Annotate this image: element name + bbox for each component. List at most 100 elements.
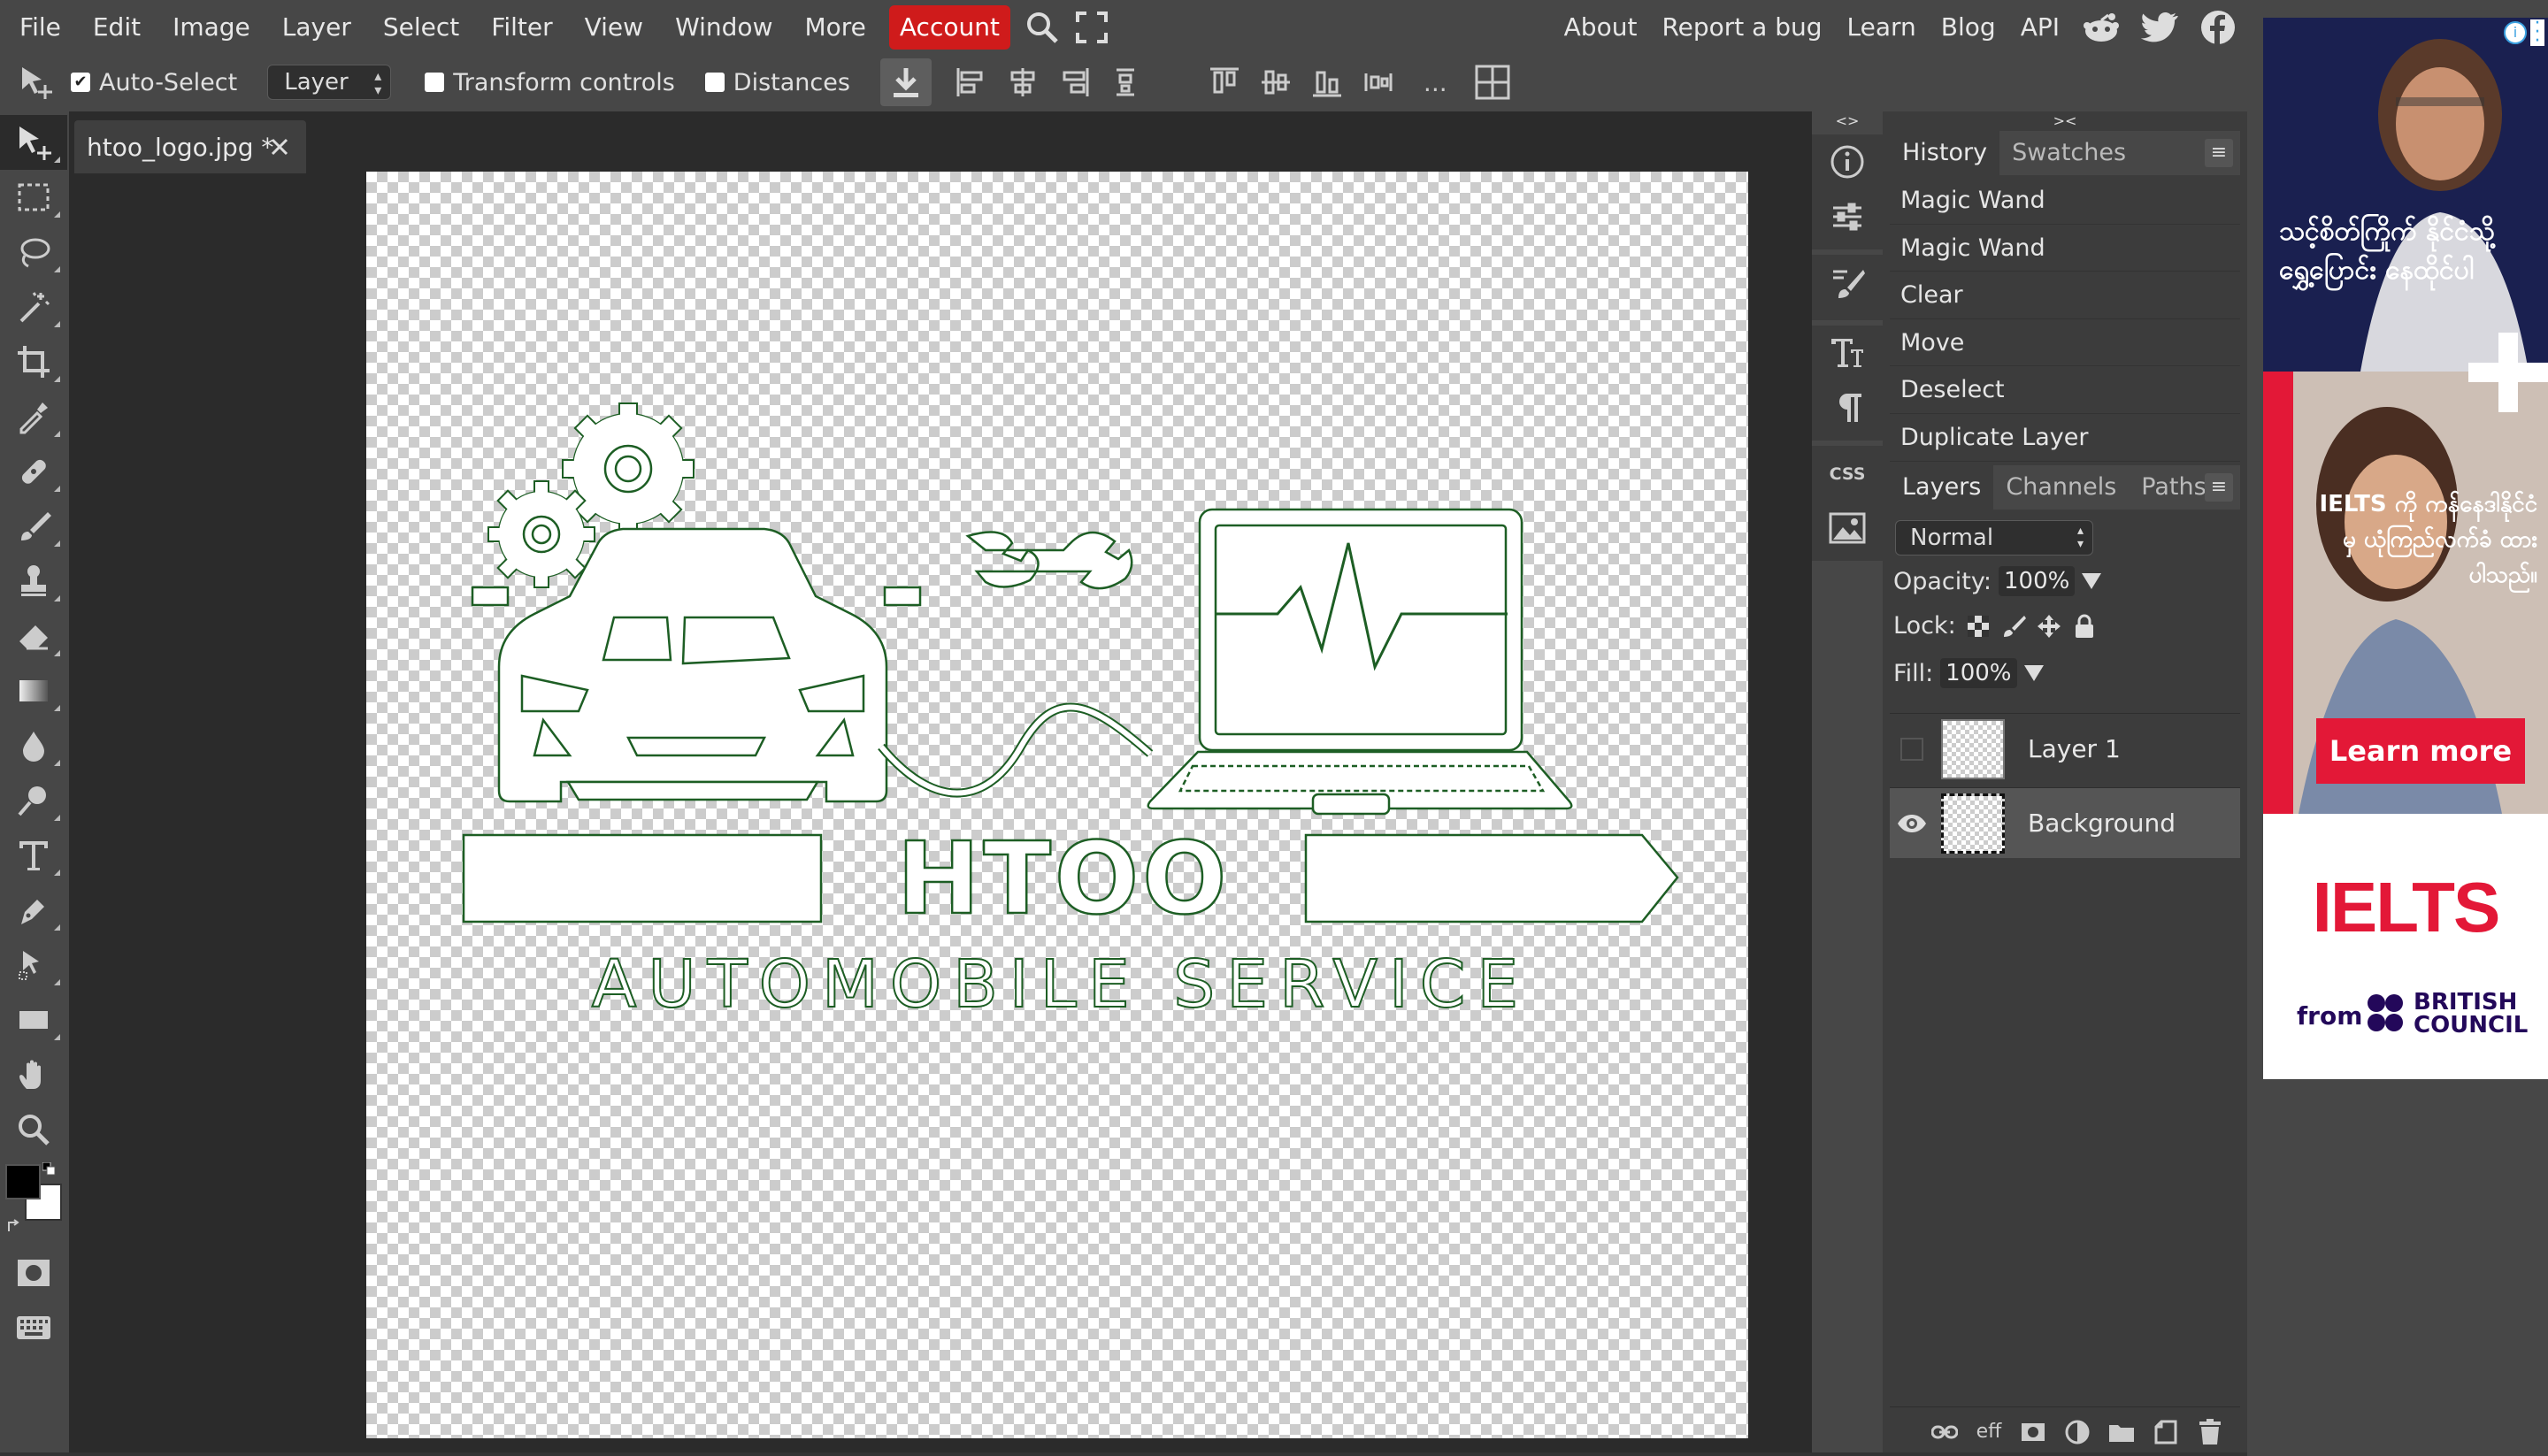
menu-edit[interactable]: Edit <box>77 0 157 55</box>
history-item[interactable]: Magic Wand <box>1890 177 2240 225</box>
quick-mask-toggle[interactable] <box>0 1245 67 1300</box>
layer-name[interactable]: Background <box>2028 808 2176 838</box>
auto-select-check-icon[interactable]: ✔ <box>71 73 90 92</box>
menu-report-bug[interactable]: Report a bug <box>1649 0 1834 55</box>
download-icon[interactable] <box>879 58 932 106</box>
opacity-input[interactable]: 100% <box>1998 566 2076 596</box>
grid-layout-icon[interactable] <box>1467 58 1518 106</box>
new-folder-icon[interactable] <box>2107 1418 2136 1446</box>
transform-controls-checkbox[interactable]: Transform controls <box>425 69 675 96</box>
align-hcenter-icon[interactable] <box>997 58 1048 106</box>
search-icon[interactable] <box>1017 0 1067 55</box>
history-item[interactable]: Duplicate Layer <box>1890 413 2240 462</box>
layer-visibility-toggle[interactable] <box>1890 714 1934 785</box>
brush-settings-icon[interactable] <box>1812 255 1883 310</box>
learn-more-button[interactable]: Learn more <box>2316 718 2525 784</box>
distances-checkbox[interactable]: Distances <box>704 69 850 96</box>
css-icon[interactable]: CSS <box>1812 446 1883 501</box>
character-icon[interactable] <box>1812 326 1883 380</box>
layer-row[interactable]: Layer 1 <box>1890 713 2240 784</box>
tool-crop[interactable] <box>0 334 67 389</box>
lock-transparency-icon[interactable] <box>1965 613 1992 640</box>
auto-select-checkbox[interactable]: ✔ Auto-Select <box>71 69 237 96</box>
distribute-v-icon[interactable] <box>1353 58 1404 106</box>
reddit-icon[interactable] <box>2072 0 2130 55</box>
tool-type[interactable] <box>0 828 67 883</box>
keyboard-toggle[interactable] <box>0 1300 67 1355</box>
tool-brush[interactable] <box>0 499 67 554</box>
tool-move[interactable] <box>0 115 67 170</box>
transform-controls-box[interactable] <box>425 73 445 92</box>
tab-swatches[interactable]: Swatches <box>1999 131 2138 175</box>
add-mask-icon[interactable] <box>2019 1418 2047 1446</box>
lock-position-icon[interactable] <box>2036 613 2062 640</box>
foreground-color-swatch[interactable] <box>5 1164 41 1199</box>
tool-clone-stamp[interactable] <box>0 554 67 609</box>
paragraph-icon[interactable] <box>1812 380 1883 435</box>
ad-info-icon[interactable]: i <box>2504 21 2527 44</box>
link-layers-icon[interactable] <box>1930 1418 1959 1446</box>
tool-shape[interactable] <box>0 992 67 1047</box>
menu-blog[interactable]: Blog <box>1929 0 2008 55</box>
expand-panels-icon[interactable]: <> <box>1812 111 1883 131</box>
more-options[interactable]: ... <box>1404 68 1467 97</box>
tool-eraser[interactable] <box>0 609 67 663</box>
menu-about[interactable]: About <box>1552 0 1650 55</box>
tool-pen[interactable] <box>0 883 67 938</box>
menu-learn[interactable]: Learn <box>1835 0 1929 55</box>
history-item[interactable]: Magic Wand <box>1890 224 2240 272</box>
tool-path-select[interactable] <box>0 938 67 992</box>
tool-marquee[interactable] <box>0 170 67 225</box>
move-tool-icon[interactable] <box>0 55 71 110</box>
menu-file[interactable]: File <box>4 0 77 55</box>
history-item[interactable]: Deselect <box>1890 366 2240 414</box>
layer-name[interactable]: Layer 1 <box>2028 734 2121 763</box>
menu-account[interactable]: Account <box>888 5 1010 50</box>
menu-filter[interactable]: Filter <box>475 0 568 55</box>
fullscreen-icon[interactable] <box>1067 0 1117 55</box>
facebook-icon[interactable] <box>2189 0 2247 55</box>
tool-eyedropper[interactable] <box>0 389 67 444</box>
align-right-icon[interactable] <box>1048 58 1100 106</box>
image-icon[interactable] <box>1812 501 1883 556</box>
tool-magic-wand[interactable] <box>0 280 67 334</box>
document-canvas[interactable]: HTOO AUTOMOBILE SERVICE <box>366 172 1748 1438</box>
lock-all-icon[interactable] <box>2071 613 2098 640</box>
menu-window[interactable]: Window <box>659 0 788 55</box>
swap-colors-icon[interactable] <box>7 1219 23 1235</box>
menu-more[interactable]: More <box>788 0 881 55</box>
collapse-panels-icon[interactable]: >< <box>1883 111 2247 131</box>
tool-healing[interactable] <box>0 444 67 499</box>
tool-gradient[interactable] <box>0 663 67 718</box>
menu-api[interactable]: API <box>2008 0 2072 55</box>
history-item[interactable]: Move <box>1890 318 2240 367</box>
opacity-dropdown-icon[interactable] <box>2082 573 2102 589</box>
ad-options-icon[interactable]: · · · <box>2530 18 2544 51</box>
lock-pixels-icon[interactable] <box>2000 613 2027 640</box>
tab-channels[interactable]: Channels <box>1993 465 2129 510</box>
tool-zoom[interactable] <box>0 1102 67 1157</box>
twitter-icon[interactable] <box>2130 0 2189 55</box>
close-icon[interactable] <box>264 131 295 163</box>
distances-box[interactable] <box>704 73 725 92</box>
history-item[interactable]: Clear <box>1890 272 2240 319</box>
delete-layer-icon[interactable] <box>2196 1418 2224 1446</box>
menu-view[interactable]: View <box>569 0 659 55</box>
info-icon[interactable] <box>1812 134 1883 189</box>
adjustment-layer-icon[interactable] <box>2063 1418 2091 1446</box>
ad-banner[interactable]: သင့်စိတ်ကြိုက် နိုင်ငံသို့ရွှေ့ပြောင်း န… <box>2263 18 2548 1079</box>
document-tab[interactable]: htoo_logo.jpg * <box>74 120 306 173</box>
layer-visibility-toggle[interactable] <box>1890 788 1934 859</box>
layer-row[interactable]: Background <box>1890 787 2240 858</box>
adjustments-icon[interactable] <box>1812 189 1883 244</box>
fill-dropdown-icon[interactable] <box>2023 665 2044 681</box>
align-top-icon[interactable] <box>1199 58 1250 106</box>
menu-layer[interactable]: Layer <box>266 0 367 55</box>
auto-select-target-select[interactable]: Layer ▴ ▾ <box>267 65 392 100</box>
default-colors-icon[interactable] <box>42 1162 57 1176</box>
tool-lasso[interactable] <box>0 225 67 280</box>
tool-dodge[interactable] <box>0 773 67 828</box>
menu-image[interactable]: Image <box>157 0 266 55</box>
layer-effects-icon[interactable]: eff <box>1975 1418 2003 1446</box>
tool-hand[interactable] <box>0 1047 67 1102</box>
